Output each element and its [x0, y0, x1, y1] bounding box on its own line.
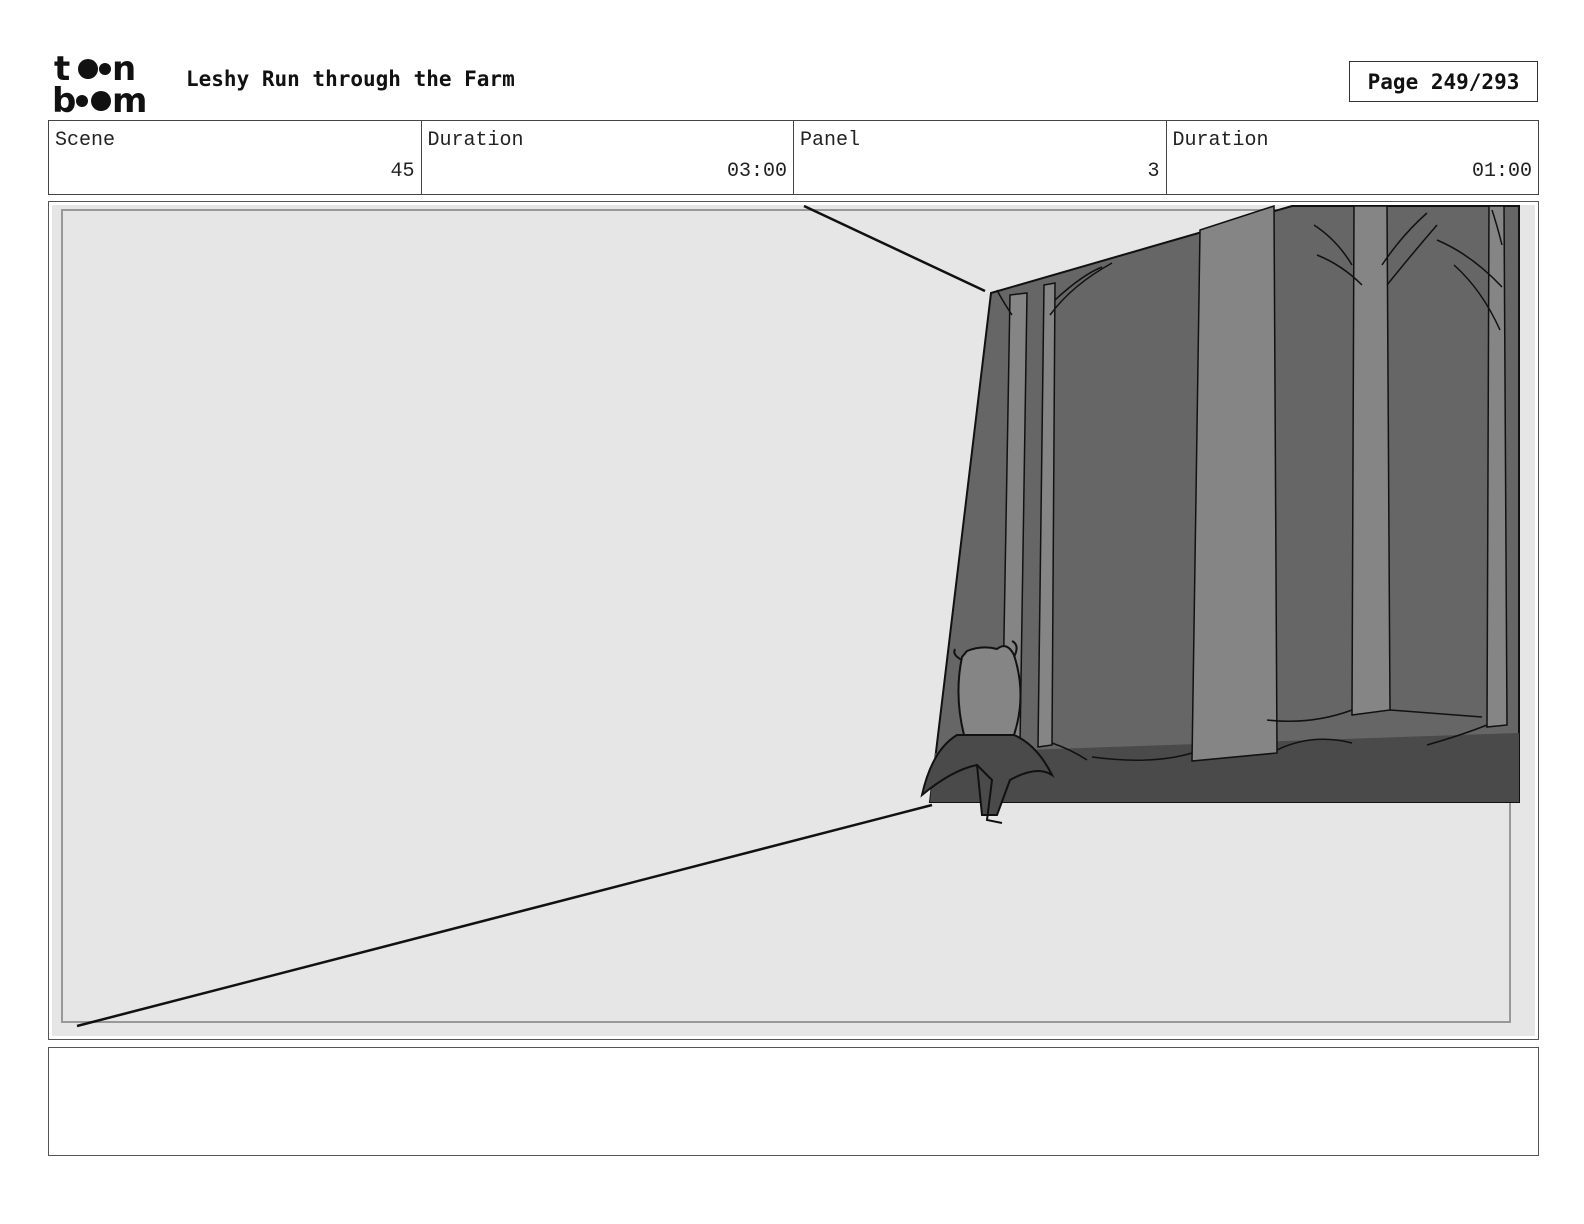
toonboom-logo: t n b m: [50, 49, 165, 121]
document-title: Leshy Run through the Farm: [186, 67, 515, 91]
scene-value: 45: [390, 160, 415, 183]
panel-duration-cell: Duration 01:00: [1167, 121, 1539, 194]
panel-duration-value: 01:00: [1471, 160, 1532, 183]
panel-value: 3: [1147, 160, 1160, 183]
panel-label: Panel: [800, 129, 861, 152]
panel-notes-box: [48, 1047, 1539, 1156]
panel-drawing: [52, 205, 1535, 1036]
scene-label: Scene: [55, 129, 116, 152]
scene-duration-label: Duration: [427, 129, 524, 152]
svg-text:b: b: [52, 81, 76, 114]
svg-text:m: m: [112, 81, 147, 114]
panel-duration-label: Duration: [1172, 129, 1269, 152]
panel-cell: Panel 3: [794, 121, 1167, 194]
scene-duration-cell: Duration 03:00: [422, 121, 794, 194]
scene-info-table: Scene 45 Duration 03:00 Panel 3 Duration…: [48, 120, 1539, 195]
page-indicator: Page 249/293: [1349, 61, 1538, 102]
scene-cell: Scene 45: [49, 121, 422, 194]
storyboard-panel: [48, 201, 1539, 1040]
scene-duration-value: 03:00: [726, 160, 787, 183]
